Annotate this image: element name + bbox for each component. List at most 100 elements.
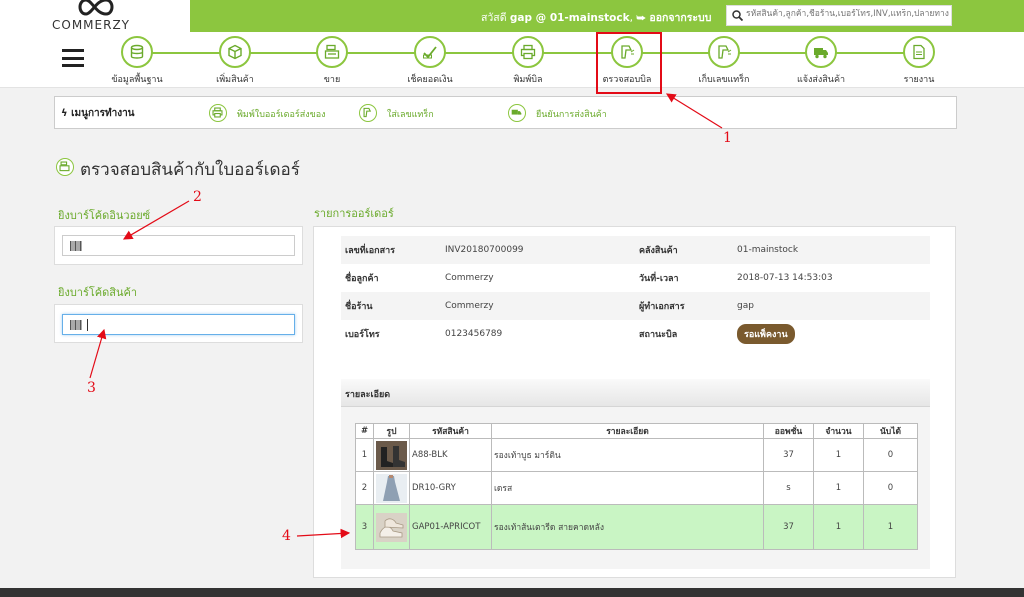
- user-greeting: สวัสดี gap @ 01-mainstock, ⮩ ออกจากระบบ: [481, 12, 712, 24]
- greeting-text: สวัสดี: [481, 12, 507, 24]
- info-row: ชื่อร้าน Commerzy ผู้ทำเอกสาร gap: [341, 292, 930, 320]
- nav-label: พิมพ์บิล: [513, 75, 543, 85]
- product-barcode-field[interactable]: [62, 314, 295, 335]
- nav-label: เก็บเลขแทร็ก: [698, 75, 750, 85]
- row-number: 1: [355, 438, 374, 472]
- nav-item-add-product[interactable]: เพิ่มสินค้า: [195, 35, 275, 87]
- money-check-icon: [423, 46, 437, 59]
- status-badge: รอแพ็คงาน: [737, 324, 795, 344]
- column-header: รหัสสินค้า: [409, 423, 492, 439]
- info-key: เบอร์โทร: [341, 320, 441, 348]
- column-header: รูป: [373, 423, 410, 439]
- invoice-barcode-field[interactable]: [62, 235, 295, 256]
- logout-link[interactable]: ออกจากระบบ: [649, 12, 711, 24]
- detail-box: # รูป รหัสสินค้า รายละเอียด ออพชั่น จำนว…: [341, 407, 930, 569]
- brand-name: COMMERZY: [52, 18, 131, 32]
- table-row: 2 DR10-GRY เดรส s 1 0: [355, 471, 918, 505]
- product-barcode-input[interactable]: [87, 318, 287, 329]
- bolt-icon: ϟ: [61, 108, 68, 119]
- work-menu-title-text: เมนูการทำงาน: [71, 108, 135, 119]
- nav-item-sell[interactable]: ขาย: [292, 35, 372, 87]
- database-icon: [130, 44, 144, 59]
- product-code: GAP01-APRICOT: [409, 504, 492, 550]
- invoice-barcode-input[interactable]: [87, 239, 287, 250]
- order-items-table: # รูป รหัสสินค้า รายละเอียด ออพชั่น จำนว…: [355, 423, 918, 550]
- table-row-highlighted: 3 GAP01-APRICOT รองเท้าส้นเตารีด สายคาดห…: [355, 504, 918, 550]
- info-key: ผู้ทำเอกสาร: [635, 292, 733, 320]
- product-code: A88-BLK: [409, 438, 492, 472]
- nav-label: เพิ่มสินค้า: [216, 75, 254, 85]
- nav-label: เช็คยอดเงิน: [407, 75, 453, 85]
- detail-header: รายละเอียด: [341, 379, 930, 407]
- product-option: 37: [763, 504, 814, 550]
- product-qty: 1: [813, 471, 864, 505]
- nav-item-check-payment[interactable]: เช็คยอดเงิน: [390, 35, 470, 87]
- hamburger-menu-icon[interactable]: [62, 49, 84, 67]
- nav-label: แจ้งส่งสินค้า: [796, 75, 846, 85]
- product-option: 37: [763, 438, 814, 472]
- product-thumbnail[interactable]: [373, 471, 410, 505]
- nav-item-report[interactable]: รายงาน: [879, 35, 959, 87]
- product-counted: 0: [863, 471, 918, 505]
- table-header-row: # รูป รหัสสินค้า รายละเอียด ออพชั่น จำนว…: [355, 423, 918, 439]
- main-nav: ข้อมูลพื้นฐาน เพิ่มสินค้า ขาย เช็คยอดเงิ…: [0, 32, 1024, 88]
- printer-icon: [212, 107, 223, 118]
- nav-item-print-bill[interactable]: พิมพ์บิล: [488, 35, 568, 87]
- page-title: ตรวจสอบสินค้ากับใบออร์เดอร์: [80, 160, 300, 180]
- barcode-scanner-icon: [718, 45, 732, 59]
- nav-label: ข้อมูลพื้นฐาน: [111, 75, 163, 85]
- annotation-4: 4: [282, 528, 291, 544]
- product-barcode-panel: [54, 304, 303, 343]
- barcode-icon: [70, 241, 82, 251]
- search-icon: [732, 10, 743, 21]
- nav-item-basic-data[interactable]: ข้อมูลพื้นฐาน: [97, 35, 177, 87]
- truck-icon: [511, 109, 522, 115]
- row-number: 2: [355, 471, 374, 505]
- info-value: gap: [733, 292, 930, 320]
- product-counted: 0: [863, 438, 918, 472]
- cash-register-icon: [324, 44, 340, 59]
- product-desc: รองเท้าบูธ มาร์ติน: [491, 438, 764, 472]
- truck-icon: [814, 48, 828, 59]
- info-value: 2018-07-13 14:53:03: [733, 264, 930, 292]
- info-key: ชื่อลูกค้า: [341, 264, 441, 292]
- work-menu-label: พิมพ์ใบออร์เดอร์ส่งของ: [237, 110, 326, 120]
- username[interactable]: gap @ 01-mainstock: [510, 12, 630, 24]
- box-icon: [228, 44, 242, 60]
- info-value: INV20180700099: [441, 236, 635, 264]
- infinity-logo-icon: [78, 0, 114, 16]
- info-value: 0123456789: [441, 320, 635, 348]
- product-qty: 1: [813, 438, 864, 472]
- info-row: เลขที่เอกสาร INV20180700099 คลังสินค้า 0…: [341, 236, 930, 264]
- info-value: รอแพ็คงาน: [733, 320, 930, 348]
- product-option: s: [763, 471, 814, 505]
- info-key: เลขที่เอกสาร: [341, 236, 441, 264]
- nav-item-shipping[interactable]: แจ้งส่งสินค้า: [781, 35, 861, 87]
- info-row: เบอร์โทร 0123456789 สถานะบิล รอแพ็คงาน: [341, 320, 930, 348]
- global-search[interactable]: [726, 5, 952, 26]
- logo[interactable]: COMMERZY: [0, 0, 190, 32]
- annotation-highlight-box: [596, 32, 662, 94]
- product-thumbnail[interactable]: [373, 438, 410, 472]
- info-value: Commerzy: [441, 292, 635, 320]
- column-header: #: [355, 423, 374, 439]
- work-menu-label: ยืนยันการส่งสินค้า: [536, 110, 607, 120]
- annotation-1: 1: [723, 130, 732, 146]
- product-thumbnail[interactable]: [373, 504, 410, 550]
- footer-bar: [0, 588, 1024, 597]
- row-number: 3: [355, 504, 374, 550]
- product-qty: 1: [813, 504, 864, 550]
- annotation-2: 2: [193, 189, 202, 205]
- search-input[interactable]: [746, 9, 949, 19]
- work-menu-label: ใส่เลขแทร็ก: [387, 110, 434, 120]
- order-panel: เลขที่เอกสาร INV20180700099 คลังสินค้า 0…: [313, 226, 956, 578]
- dress-image-icon: [376, 473, 407, 503]
- logout-icon: ⮩: [636, 12, 647, 24]
- shoes-image-icon: [376, 512, 407, 542]
- info-key: วันที่-เวลา: [635, 264, 733, 292]
- info-row: ชื่อลูกค้า Commerzy วันที่-เวลา 2018-07-…: [341, 264, 930, 292]
- info-value: 01-mainstock: [733, 236, 930, 264]
- nav-item-tracking[interactable]: เก็บเลขแทร็ก: [684, 35, 764, 87]
- info-value: Commerzy: [441, 264, 635, 292]
- boots-image-icon: [376, 440, 407, 470]
